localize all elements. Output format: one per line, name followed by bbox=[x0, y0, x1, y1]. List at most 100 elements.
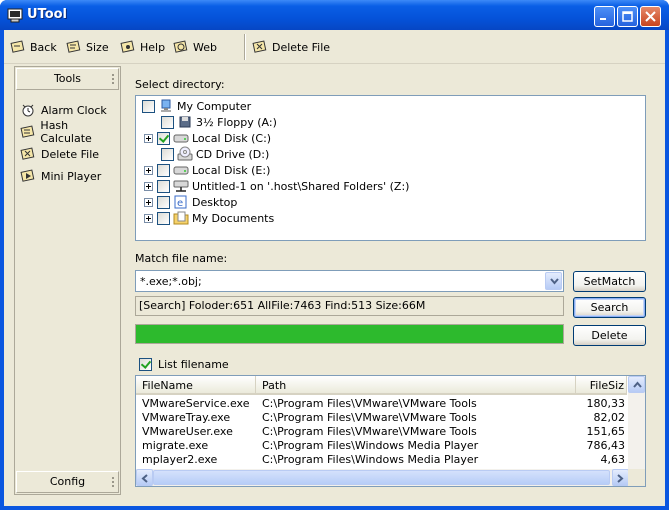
toolbar-separator bbox=[244, 34, 246, 60]
expand-toggle[interactable] bbox=[144, 133, 153, 143]
scroll-corner bbox=[628, 469, 645, 486]
hard-disk-icon bbox=[173, 166, 189, 175]
delete-file-toolbar-button[interactable]: Delete File bbox=[252, 38, 330, 56]
search-button[interactable]: Search bbox=[573, 297, 646, 318]
tree-node-label: My Documents bbox=[192, 211, 275, 225]
chevron-left-icon bbox=[141, 474, 148, 483]
tools-sidebar: Tools Alarm Clock Hash Calculate Delete … bbox=[14, 66, 121, 495]
size-label: Size bbox=[86, 40, 109, 54]
scroll-up-button[interactable] bbox=[628, 376, 645, 393]
table-row[interactable]: migrate.exe C:\Program Files\Windows Medi… bbox=[136, 439, 627, 453]
size-button[interactable]: Size bbox=[66, 38, 109, 56]
list-filename-checkbox[interactable]: List filename bbox=[139, 358, 229, 371]
tree-node-network-z[interactable]: Untitled-1 on '.host\Shared Folders' (Z:… bbox=[144, 178, 409, 194]
cell-path: C:\Program Files\Windows Media Player bbox=[262, 453, 479, 466]
grip-handle bbox=[112, 477, 114, 488]
tree-node-label: Local Disk (C:) bbox=[192, 131, 272, 145]
tree-checkbox[interactable] bbox=[157, 179, 170, 193]
web-label: Web bbox=[193, 40, 217, 54]
tree-node-local-disk-c[interactable]: Local Disk (C:) bbox=[144, 130, 271, 146]
tree-checkbox[interactable] bbox=[161, 115, 174, 129]
cell-filesize: 786,43 bbox=[586, 439, 626, 452]
tools-header[interactable]: Tools bbox=[16, 68, 119, 90]
sidebar-item-label: Alarm Clock bbox=[41, 103, 107, 117]
table-row[interactable]: mplayer2.exe C:\Program Files\Windows Med… bbox=[136, 453, 627, 467]
tree-checkbox[interactable] bbox=[157, 195, 170, 209]
alarm-clock-icon bbox=[22, 104, 34, 117]
sidebar-item-alarm-clock[interactable]: Alarm Clock bbox=[20, 101, 107, 119]
back-label: Back bbox=[30, 40, 57, 54]
column-header-path[interactable]: Path bbox=[256, 376, 576, 395]
scroll-thumb[interactable] bbox=[153, 470, 610, 485]
tree-node-local-disk-e[interactable]: Local Disk (E:) bbox=[144, 162, 270, 178]
minimize-button[interactable] bbox=[594, 6, 615, 27]
minimize-icon bbox=[600, 18, 606, 20]
combo-dropdown-button[interactable] bbox=[545, 272, 562, 290]
help-label: Help bbox=[140, 40, 166, 54]
tree-node-cd-drive[interactable]: CD Drive (D:) bbox=[148, 146, 269, 162]
expand-toggle[interactable] bbox=[144, 165, 153, 175]
vertical-scrollbar[interactable] bbox=[628, 376, 645, 470]
config-label: Config bbox=[49, 475, 86, 488]
table-row[interactable]: VMwareTray.exe C:\Program Files\VMware\VM… bbox=[136, 411, 627, 425]
expand-toggle[interactable] bbox=[144, 197, 153, 207]
expand-toggle[interactable] bbox=[144, 181, 153, 191]
tree-node-my-documents[interactable]: My Documents bbox=[144, 210, 274, 226]
delete-button[interactable]: Delete bbox=[573, 325, 646, 346]
toolbar: Back Size Help Web Delete File bbox=[4, 30, 665, 64]
help-icon bbox=[120, 40, 135, 53]
my-documents-icon bbox=[173, 211, 189, 225]
tree-checkbox[interactable] bbox=[157, 131, 170, 145]
list-filename-check[interactable] bbox=[139, 358, 152, 371]
main-panel: Select directory: My Computer 3½ Floppy … bbox=[123, 66, 660, 495]
tree-checkbox[interactable] bbox=[157, 211, 170, 225]
floppy-icon bbox=[179, 116, 191, 128]
tree-checkbox[interactable] bbox=[161, 147, 174, 161]
help-button[interactable]: Help bbox=[120, 38, 165, 56]
setmatch-button[interactable]: SetMatch bbox=[573, 271, 646, 292]
tree-checkbox[interactable] bbox=[142, 99, 155, 113]
back-button[interactable]: Back bbox=[10, 38, 57, 56]
maximize-button[interactable] bbox=[617, 6, 638, 27]
svg-text:e: e bbox=[177, 198, 183, 209]
file-list[interactable]: FileName Path FileSiz VMwareService.exe C… bbox=[135, 375, 646, 487]
tree-node-my-computer[interactable]: My Computer bbox=[142, 98, 251, 114]
size-icon bbox=[66, 40, 81, 53]
tree-node-label: Local Disk (E:) bbox=[192, 163, 271, 177]
config-button[interactable]: Config bbox=[16, 471, 119, 493]
tree-node-label: 3½ Floppy (A:) bbox=[196, 115, 277, 129]
match-file-name-combo[interactable]: *.exe;*.obj; bbox=[135, 270, 564, 292]
desktop-icon: e bbox=[174, 195, 187, 209]
select-directory-label: Select directory: bbox=[135, 78, 225, 91]
cell-path: C:\Program Files\VMware\VMware Tools bbox=[262, 411, 477, 424]
cell-filename: VMwareTray.exe bbox=[142, 411, 231, 424]
tree-node-floppy[interactable]: 3½ Floppy (A:) bbox=[148, 114, 277, 130]
close-button[interactable] bbox=[640, 6, 661, 27]
search-status: [Search] Foloder:651 AllFile:7463 Find:5… bbox=[135, 296, 564, 316]
cell-filesize: 4,63 bbox=[600, 453, 626, 466]
web-button[interactable]: Web bbox=[173, 38, 217, 56]
chevron-right-icon bbox=[617, 474, 624, 483]
column-header-filename[interactable]: FileName bbox=[136, 376, 256, 395]
tree-node-desktop[interactable]: e Desktop bbox=[144, 194, 237, 210]
sidebar-item-hash-calculate[interactable]: Hash Calculate bbox=[20, 119, 120, 145]
scroll-left-button[interactable] bbox=[136, 469, 153, 486]
directory-tree[interactable]: My Computer 3½ Floppy (A:) Local Disk (C… bbox=[135, 95, 646, 241]
tree-node-label: CD Drive (D:) bbox=[196, 147, 270, 161]
scroll-right-button[interactable] bbox=[612, 469, 629, 486]
tree-node-label: Untitled-1 on '.host\Shared Folders' (Z:… bbox=[192, 179, 410, 193]
app-icon bbox=[7, 8, 23, 23]
chevron-up-icon bbox=[633, 381, 642, 388]
window-title: UTool bbox=[27, 7, 68, 22]
sidebar-item-delete-file[interactable]: Delete File bbox=[20, 145, 99, 163]
expand-toggle[interactable] bbox=[144, 213, 153, 223]
column-header-filesize[interactable]: FileSiz bbox=[576, 376, 627, 395]
sidebar-item-mini-player[interactable]: Mini Player bbox=[20, 167, 101, 185]
title-bar[interactable]: UTool bbox=[0, 0, 669, 30]
table-row[interactable]: VMwareUser.exe C:\Program Files\VMware\VM… bbox=[136, 425, 627, 439]
chevron-down-icon bbox=[550, 278, 559, 285]
tree-checkbox[interactable] bbox=[157, 163, 170, 177]
table-row[interactable]: VMwareService.exe C:\Program Files\VMware… bbox=[136, 397, 627, 411]
horizontal-scrollbar[interactable] bbox=[136, 469, 629, 486]
app-window: UTool Back Size Help Web Delete File Too… bbox=[0, 0, 669, 510]
